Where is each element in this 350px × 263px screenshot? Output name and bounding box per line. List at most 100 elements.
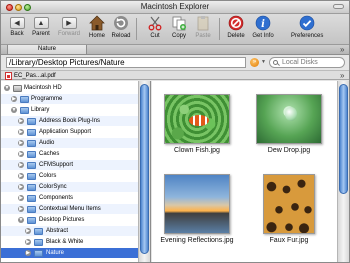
tree-scrollbar[interactable] [138,81,150,262]
disclosure-closed-icon[interactable]: ▶ [18,173,24,179]
toolbar-separator [219,18,220,40]
disclosure-closed-icon[interactable]: ▶ [18,195,24,201]
svg-text:i: i [261,19,265,30]
go-icon[interactable]: » [250,58,259,67]
folder-icon [20,96,29,103]
delete-label: Delete [227,33,245,39]
tree-item-colors[interactable]: ▶ Colors [1,171,138,181]
preferences-button[interactable]: Preferences [291,15,323,39]
cut-label: Cut [150,33,160,39]
forward-button[interactable]: ▶ Forward [57,15,81,37]
disclosure-closed-icon[interactable]: ▶ [18,151,24,157]
copy-icon [171,15,187,31]
chevron-down-icon[interactable]: ▼ [261,59,266,65]
toolbar-toggle-button[interactable] [333,4,344,9]
folder-icon [27,162,36,169]
tree-item-desktop-pictures[interactable]: ▼ Desktop Pictures [1,215,138,225]
tree-item-abstract[interactable]: ▶ Abstract [1,226,138,236]
get-info-label: Get Info [252,33,274,39]
dew-drop-thumbnail [256,94,322,144]
disclosure-closed-icon[interactable]: ▶ [18,140,24,146]
delete-button[interactable]: Delete [224,15,248,39]
explorer-window: Macintosh Explorer ◀ Back ▲ Parent ▶ For… [0,0,350,263]
file-name: Evening Reflections.jpg [160,237,234,244]
tree-item-cfmsupport[interactable]: ▶ CFMSupport [1,160,138,170]
scissors-icon [147,15,163,31]
disclosure-closed-icon[interactable]: ▶ [18,206,24,212]
back-label: Back [10,31,24,37]
tree-item-black-white[interactable]: ▶ Black & White [1,237,138,247]
copy-button[interactable]: Copy [167,15,191,39]
tab-nature[interactable]: Nature [7,45,87,55]
disclosure-open-icon[interactable]: ▼ [11,107,17,113]
tree-item-nature[interactable]: ▶ Nature [1,248,138,258]
tree-item-label: Address Book Plug-Ins [39,118,101,124]
shelf-overflow-icon[interactable]: » [340,71,344,80]
tree-item-programme[interactable]: ▶ Programme [1,94,138,104]
parent-button[interactable]: ▲ Parent [29,15,53,37]
tree-item-library[interactable]: ▼ Library [1,105,138,115]
no-entry-icon [228,15,244,31]
file-item-dew-drop[interactable]: Dew Drop.jpg [244,94,334,154]
window-title: Macintosh Explorer [140,2,210,11]
tree-scroll-thumb[interactable] [140,84,149,254]
folder-icon [34,228,43,235]
paste-button[interactable]: Paste [191,15,215,39]
disclosure-closed-icon[interactable]: ▶ [18,162,24,168]
fish-shape [189,115,209,126]
file-item-faux-fur[interactable]: Faux Fur.jpg [244,174,334,244]
disclosure-open-icon[interactable]: ▼ [18,217,24,223]
grid-scrollbar[interactable] [337,81,349,262]
title-bar: Macintosh Explorer [1,1,349,14]
parent-arrow-icon: ▲ [33,17,49,29]
folder-icon [27,140,36,147]
search-input[interactable]: Local Disks [269,57,345,68]
file-item-evening-reflections[interactable]: Evening Reflections.jpg [152,174,242,244]
clipboard-icon [195,15,211,31]
shelf-file-item[interactable]: EC_Pas...al.pdf [14,72,56,80]
file-item-clown-fish[interactable]: Clown Fish.jpg [152,94,242,154]
forward-label: Forward [57,31,80,37]
tree-item-label: Nature [46,250,65,256]
home-button[interactable]: Home [85,15,109,39]
search-icon-handle [277,63,280,66]
disclosure-closed-icon[interactable]: ▶ [25,250,31,256]
toolbar-separator [136,18,137,40]
tree-item-application-support[interactable]: ▶ Application Support [1,127,138,137]
back-arrow-icon: ◀ [9,17,25,29]
path-field[interactable]: /Library/Desktop Pictures/Nature [6,57,246,68]
copy-label: Copy [171,33,186,39]
preferences-label: Preferences [291,33,324,39]
path-bar: /Library/Desktop Pictures/Nature » ▼ Loc… [1,55,349,70]
tree-item-macintosh-hd[interactable]: ▼ Macintosh HD [1,83,138,93]
disclosure-closed-icon[interactable]: ▶ [18,129,24,135]
toolbar: ◀ Back ▲ Parent ▶ Forward Home Reload Cu… [1,14,349,44]
disclosure-closed-icon[interactable]: ▶ [11,96,17,102]
folder-tree: ▼ Macintosh HD ▶ Programme ▼ Library ▶ A… [1,81,151,262]
folder-icon [27,173,36,180]
reload-button[interactable]: Reload [109,15,133,39]
disclosure-closed-icon[interactable]: ▶ [18,184,24,190]
home-icon [89,15,105,31]
tree-item-label: Desktop Pictures [39,217,85,223]
disclosure-closed-icon[interactable]: ▶ [25,239,31,245]
tree-item-label: Audio [39,140,55,146]
tree-item-caches[interactable]: ▶ Caches [1,149,138,159]
cut-button[interactable]: Cut [143,15,167,39]
folder-icon [27,217,36,224]
tree-item-label: Black & White [46,239,84,245]
shelf-bar: EC_Pas...al.pdf » [1,70,349,80]
tree-item-colorsync[interactable]: ▶ ColorSync [1,182,138,192]
tree-item-contextual-menu-items[interactable]: ▶ Contextual Menu Items [1,204,138,214]
grid-scroll-thumb[interactable] [339,84,348,194]
back-button[interactable]: ◀ Back [5,15,29,37]
tab-overflow-icon[interactable]: » [340,45,344,54]
tree-item-audio[interactable]: ▶ Audio [1,138,138,148]
tree-item-components[interactable]: ▶ Components [1,193,138,203]
tree-item-address-book-plug-ins[interactable]: ▶ Address Book Plug-Ins [1,116,138,126]
folder-icon [34,239,43,246]
disclosure-closed-icon[interactable]: ▶ [25,228,31,234]
disclosure-open-icon[interactable]: ▼ [4,85,10,91]
disclosure-closed-icon[interactable]: ▶ [18,118,24,124]
get-info-button[interactable]: i Get Info [251,15,275,39]
